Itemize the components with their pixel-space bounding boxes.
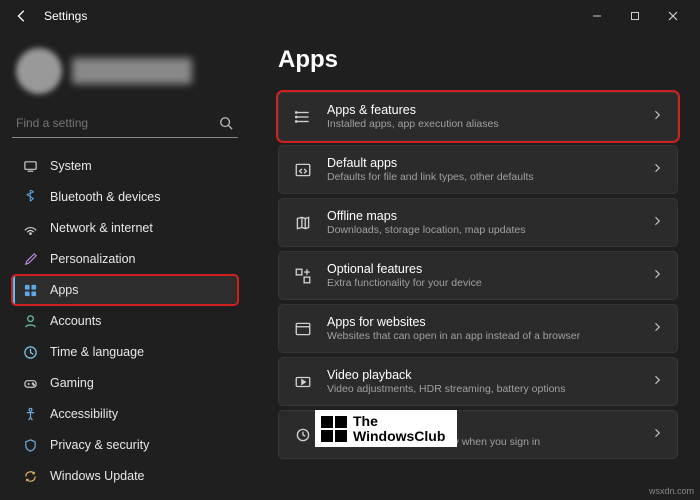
sidebar-item-network[interactable]: Network & internet: [12, 213, 238, 243]
sidebar-item-privacy-security[interactable]: Privacy & security: [12, 430, 238, 460]
video-playback-icon: [293, 372, 313, 392]
network-icon: [22, 220, 38, 236]
close-button[interactable]: [654, 2, 692, 30]
card-title: Apps for websites: [327, 315, 637, 329]
card-optional-features[interactable]: Optional features Extra functionality fo…: [278, 251, 678, 300]
card-video-playback[interactable]: Video playback Video adjustments, HDR st…: [278, 357, 678, 406]
card-subtitle: Installed apps, app execution aliases: [327, 118, 637, 130]
offline-maps-icon: [293, 213, 313, 233]
shield-icon: [22, 437, 38, 453]
apps-for-websites-icon: [293, 319, 313, 339]
sidebar-item-windows-update[interactable]: Windows Update: [12, 461, 238, 491]
sidebar-item-bluetooth[interactable]: Bluetooth & devices: [12, 182, 238, 212]
accounts-icon: [22, 313, 38, 329]
maximize-button[interactable]: [616, 2, 654, 30]
user-name: [72, 58, 192, 84]
back-button[interactable]: [8, 2, 36, 30]
sidebar-item-label: Time & language: [50, 345, 144, 359]
sidebar-item-accessibility[interactable]: Accessibility: [12, 399, 238, 429]
sidebar-item-label: Personalization: [50, 252, 135, 266]
chevron-right-icon: [651, 374, 663, 389]
accessibility-icon: [22, 406, 38, 422]
bluetooth-icon: [22, 189, 38, 205]
search-input[interactable]: [16, 116, 218, 130]
chevron-right-icon: [651, 109, 663, 124]
search-box[interactable]: [12, 109, 238, 138]
avatar: [16, 48, 62, 94]
card-title: Optional features: [327, 262, 637, 276]
sidebar-item-system[interactable]: System: [12, 151, 238, 181]
chevron-right-icon: [651, 268, 663, 283]
card-subtitle: Video adjustments, HDR streaming, batter…: [327, 383, 637, 395]
sidebar-item-accounts[interactable]: Accounts: [12, 306, 238, 336]
startup-icon: [293, 425, 313, 445]
optional-features-icon: [293, 266, 313, 286]
card-subtitle: Websites that can open in an app instead…: [327, 330, 637, 342]
system-icon: [22, 158, 38, 174]
card-default-apps[interactable]: Default apps Defaults for file and link …: [278, 145, 678, 194]
apps-icon: [22, 282, 38, 298]
sidebar-item-label: Apps: [50, 283, 79, 297]
sidebar-item-label: Gaming: [50, 376, 94, 390]
card-apps-for-websites[interactable]: Apps for websites Websites that can open…: [278, 304, 678, 353]
chevron-right-icon: [651, 427, 663, 442]
default-apps-icon: [293, 160, 313, 180]
watermark: The WindowsClub: [315, 410, 457, 447]
card-subtitle: Extra functionality for your device: [327, 277, 637, 289]
minimize-button[interactable]: [578, 2, 616, 30]
watermark-line2: WindowsClub: [353, 429, 445, 444]
site-credit: wsxdn.com: [649, 486, 694, 496]
chevron-right-icon: [651, 215, 663, 230]
sidebar-item-label: Accounts: [50, 314, 101, 328]
card-title: Apps & features: [327, 103, 637, 117]
watermark-logo-icon: [321, 416, 347, 442]
sidebar: System Bluetooth & devices Network & int…: [0, 32, 250, 500]
user-account-block[interactable]: [12, 40, 238, 108]
sidebar-item-label: Bluetooth & devices: [50, 190, 161, 204]
windows-update-icon: [22, 468, 38, 484]
window-controls: [578, 2, 692, 30]
sidebar-item-label: Network & internet: [50, 221, 153, 235]
card-subtitle: Defaults for file and link types, other …: [327, 171, 637, 183]
card-offline-maps[interactable]: Offline maps Downloads, storage location…: [278, 198, 678, 247]
chevron-right-icon: [651, 321, 663, 336]
sidebar-item-personalization[interactable]: Personalization: [12, 244, 238, 274]
chevron-right-icon: [651, 162, 663, 177]
search-icon: [218, 115, 234, 131]
page-title: Apps: [278, 46, 678, 74]
sidebar-item-gaming[interactable]: Gaming: [12, 368, 238, 398]
card-title: Video playback: [327, 368, 637, 382]
sidebar-item-label: System: [50, 159, 92, 173]
titlebar: Settings: [0, 0, 700, 32]
time-language-icon: [22, 344, 38, 360]
gaming-icon: [22, 375, 38, 391]
sidebar-item-label: Privacy & security: [50, 438, 149, 452]
personalization-icon: [22, 251, 38, 267]
sidebar-item-apps[interactable]: Apps: [12, 275, 238, 305]
sidebar-item-label: Accessibility: [50, 407, 118, 421]
card-subtitle: Downloads, storage location, map updates: [327, 224, 637, 236]
card-title: Offline maps: [327, 209, 637, 223]
sidebar-item-time-language[interactable]: Time & language: [12, 337, 238, 367]
window-title: Settings: [44, 9, 87, 23]
watermark-line1: The: [353, 414, 445, 429]
apps-features-icon: [293, 107, 313, 127]
card-title: Default apps: [327, 156, 637, 170]
sidebar-item-label: Windows Update: [50, 469, 145, 483]
card-apps-features[interactable]: Apps & features Installed apps, app exec…: [278, 92, 678, 141]
